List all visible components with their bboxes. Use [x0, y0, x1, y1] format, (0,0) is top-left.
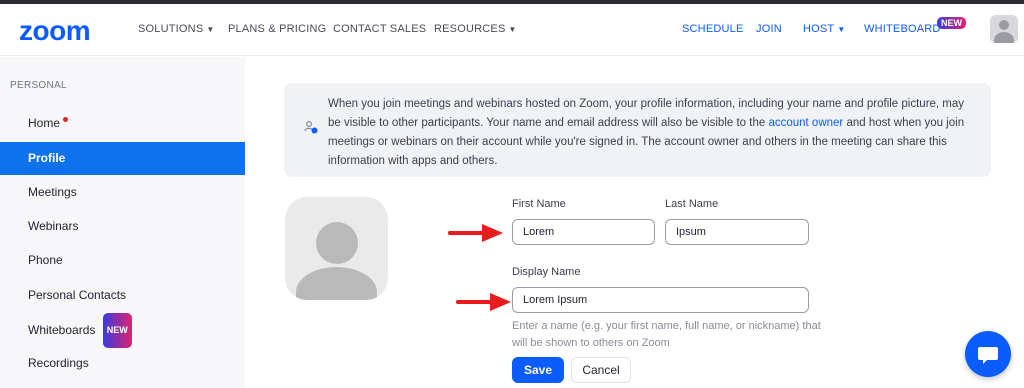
sidebar-item-meetings[interactable]: Meetings [0, 176, 245, 209]
zoom-logo[interactable]: zoom [19, 15, 91, 47]
chat-bubble-icon [978, 347, 998, 364]
user-avatar-icon[interactable] [990, 15, 1018, 43]
account-owner-link[interactable]: account owner [768, 117, 843, 129]
sidebar: PERSONAL Home Profile Meetings Webinars … [0, 57, 245, 388]
red-arrow-icon [456, 293, 511, 311]
sidebar-item-webinars[interactable]: Webinars [0, 210, 245, 243]
new-badge: NEW [102, 313, 132, 348]
sidebar-item-label: Recordings [28, 356, 89, 370]
sidebar-item-label: Meetings [28, 185, 77, 199]
notice-text: When you join meetings and webinars host… [328, 95, 968, 171]
chevron-down-icon: ▼ [837, 25, 846, 34]
privacy-notice: When you join meetings and webinars host… [284, 83, 991, 177]
last-name-field[interactable]: Ipsum [665, 219, 809, 245]
nav-schedule-label: SCHEDULE [682, 23, 744, 35]
sidebar-item-label: Profile [28, 151, 66, 165]
chevron-down-icon: ▼ [206, 25, 215, 34]
sidebar-item-home[interactable]: Home [0, 107, 245, 140]
red-arrow-icon [448, 224, 503, 242]
profile-placeholder-icon[interactable] [285, 197, 388, 300]
chat-button[interactable] [965, 331, 1011, 377]
nav-solutions[interactable]: SOLUTIONS ▼ [138, 23, 215, 35]
nav-plans-pricing[interactable]: PLANS & PRICING [228, 23, 326, 35]
nav-solutions-label: SOLUTIONS [138, 23, 204, 35]
nav-join-label: JOIN [756, 23, 782, 35]
sidebar-item-personal-contacts[interactable]: Personal Contacts [0, 279, 245, 312]
nav-resources[interactable]: RESOURCES ▼ [434, 23, 517, 35]
sidebar-section-personal: PERSONAL [10, 80, 67, 91]
display-name-field[interactable]: Lorem Ipsum [512, 287, 809, 313]
sidebar-item-label: Whiteboards [28, 323, 96, 337]
nav-host[interactable]: HOST ▼ [803, 23, 845, 35]
chevron-down-icon: ▼ [508, 25, 517, 34]
sidebar-item-label: Home [28, 116, 61, 130]
nav-whiteboard[interactable]: WHITEBOARD [864, 23, 941, 35]
display-name-hint: Enter a name (e.g. your first name, full… [512, 320, 821, 349]
sidebar-item-whiteboards[interactable]: Whiteboards NEW [0, 313, 245, 348]
last-name-label: Last Name [665, 198, 719, 210]
sidebar-item-label: Phone [28, 253, 63, 267]
nav-whiteboard-label: WHITEBOARD [864, 23, 941, 35]
nav-schedule[interactable]: SCHEDULE [682, 23, 744, 35]
cancel-button[interactable]: Cancel [571, 357, 631, 383]
info-person-icon [304, 120, 318, 134]
nav-join[interactable]: JOIN [756, 23, 782, 35]
sidebar-item-phone[interactable]: Phone [0, 244, 245, 277]
sidebar-item-profile[interactable]: Profile [0, 142, 245, 175]
sidebar-item-label: Personal Contacts [28, 288, 127, 302]
display-name-label: Display Name [512, 266, 581, 278]
nav-contact-label: CONTACT SALES [333, 23, 427, 35]
new-badge: NEW [937, 17, 966, 29]
save-button[interactable]: Save [512, 357, 564, 383]
nav-host-label: HOST [803, 23, 835, 35]
nav-plans-label: PLANS & PRICING [228, 23, 327, 35]
first-name-field[interactable]: Lorem [512, 219, 655, 245]
sidebar-item-recordings[interactable]: Recordings [0, 347, 245, 380]
sidebar-item-label: Webinars [28, 219, 79, 233]
nav-resources-label: RESOURCES [434, 23, 506, 35]
nav-contact-sales[interactable]: CONTACT SALES [333, 23, 426, 35]
notification-dot [63, 117, 69, 122]
top-navbar: zoom SOLUTIONS ▼ PLANS & PRICING CONTACT … [0, 4, 1024, 56]
first-name-label: First Name [512, 198, 566, 210]
